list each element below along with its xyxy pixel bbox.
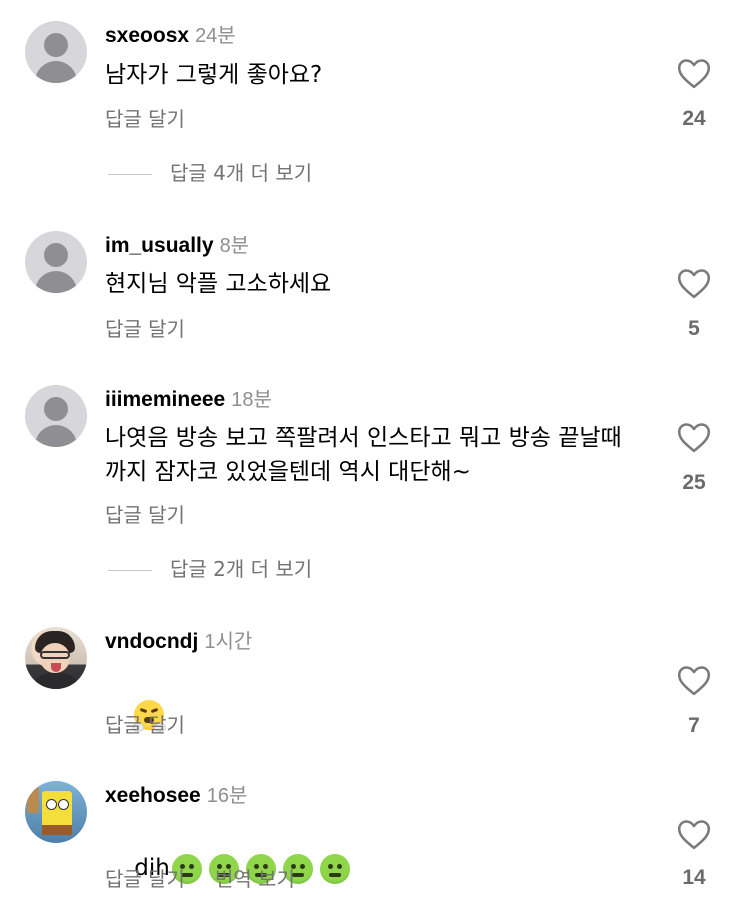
reply-button[interactable]: 답글 달기: [105, 867, 185, 891]
view-replies-button[interactable]: 답글 2개 더 보기: [108, 556, 312, 582]
comment-text: 남자가 그렇게 좋아요?: [105, 62, 323, 88]
like-count: 7: [688, 714, 700, 737]
default-avatar[interactable]: [25, 231, 87, 293]
like-group: 14: [670, 819, 718, 890]
username[interactable]: xeehosee: [105, 784, 201, 807]
like-count: 25: [682, 471, 706, 494]
translate-button[interactable]: 번역 보기: [215, 867, 295, 891]
comment-text: 현지님 악플 고소하세요: [105, 271, 332, 297]
reply-button[interactable]: 답글 달기: [105, 713, 185, 737]
reply-button[interactable]: 답글 달기: [105, 503, 185, 527]
person-photo-avatar[interactable]: [25, 627, 87, 689]
heart-icon[interactable]: [677, 268, 711, 299]
view-replies-button[interactable]: 답글 4개 더 보기: [108, 160, 312, 186]
spongebob-photo-avatar[interactable]: [25, 781, 87, 843]
username[interactable]: sxeoosx: [105, 24, 189, 47]
like-group: 7: [670, 665, 718, 738]
divider-line: [108, 570, 152, 571]
default-avatar[interactable]: [25, 21, 87, 83]
heart-icon[interactable]: [677, 422, 711, 453]
view-replies-label: 답글 2개 더 보기: [170, 557, 313, 581]
timestamp: 8분: [219, 235, 250, 257]
timestamp: 24분: [195, 25, 236, 47]
timestamp: 16분: [206, 785, 248, 807]
like-group: 25: [670, 422, 718, 495]
heart-icon[interactable]: [677, 58, 711, 89]
reply-button[interactable]: 답글 달기: [105, 107, 185, 131]
heart-icon[interactable]: [677, 819, 711, 850]
reply-button[interactable]: 답글 달기: [105, 317, 185, 341]
timestamp: 18분: [231, 389, 272, 411]
like-count: 14: [682, 866, 706, 889]
like-count: 5: [688, 317, 700, 340]
username[interactable]: iiimemineee: [105, 388, 225, 411]
comment-text: [105, 663, 645, 765]
like-group: 5: [670, 268, 718, 341]
like-count: 24: [682, 107, 706, 130]
username[interactable]: im_usually: [105, 234, 214, 257]
username[interactable]: vndocndj: [105, 630, 198, 653]
default-avatar[interactable]: [25, 385, 87, 447]
like-group: 24: [670, 58, 718, 131]
heart-icon[interactable]: [677, 665, 711, 696]
nauseated-face-icon: [319, 853, 350, 884]
view-replies-label: 답글 4개 더 보기: [170, 161, 313, 185]
divider-line: [108, 174, 152, 175]
comment-text: 나엿음 방송 보고 쪽팔려서 인스타고 뭐고 방송 끝날때까지 잠자코 있었을텐…: [105, 425, 622, 485]
timestamp: 1시간: [204, 631, 253, 653]
